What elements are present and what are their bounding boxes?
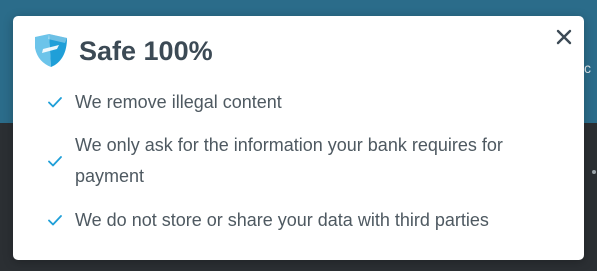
check-icon [48, 97, 62, 108]
safety-modal: Safe 100% We remove illegal content We o… [13, 16, 584, 260]
modal-title: Safe 100% [79, 36, 213, 66]
close-button[interactable] [552, 25, 576, 49]
list-item-text: We remove illegal content [75, 92, 282, 112]
background-dot [592, 170, 596, 174]
check-icon [48, 156, 62, 167]
shield-icon [35, 34, 67, 67]
list-item-text: We only ask for the information your ban… [75, 135, 503, 186]
close-icon[interactable] [552, 25, 576, 49]
list-item-text: We do not store or share your data with … [75, 210, 489, 230]
background-text: c [584, 60, 591, 76]
check-icon [48, 215, 62, 226]
